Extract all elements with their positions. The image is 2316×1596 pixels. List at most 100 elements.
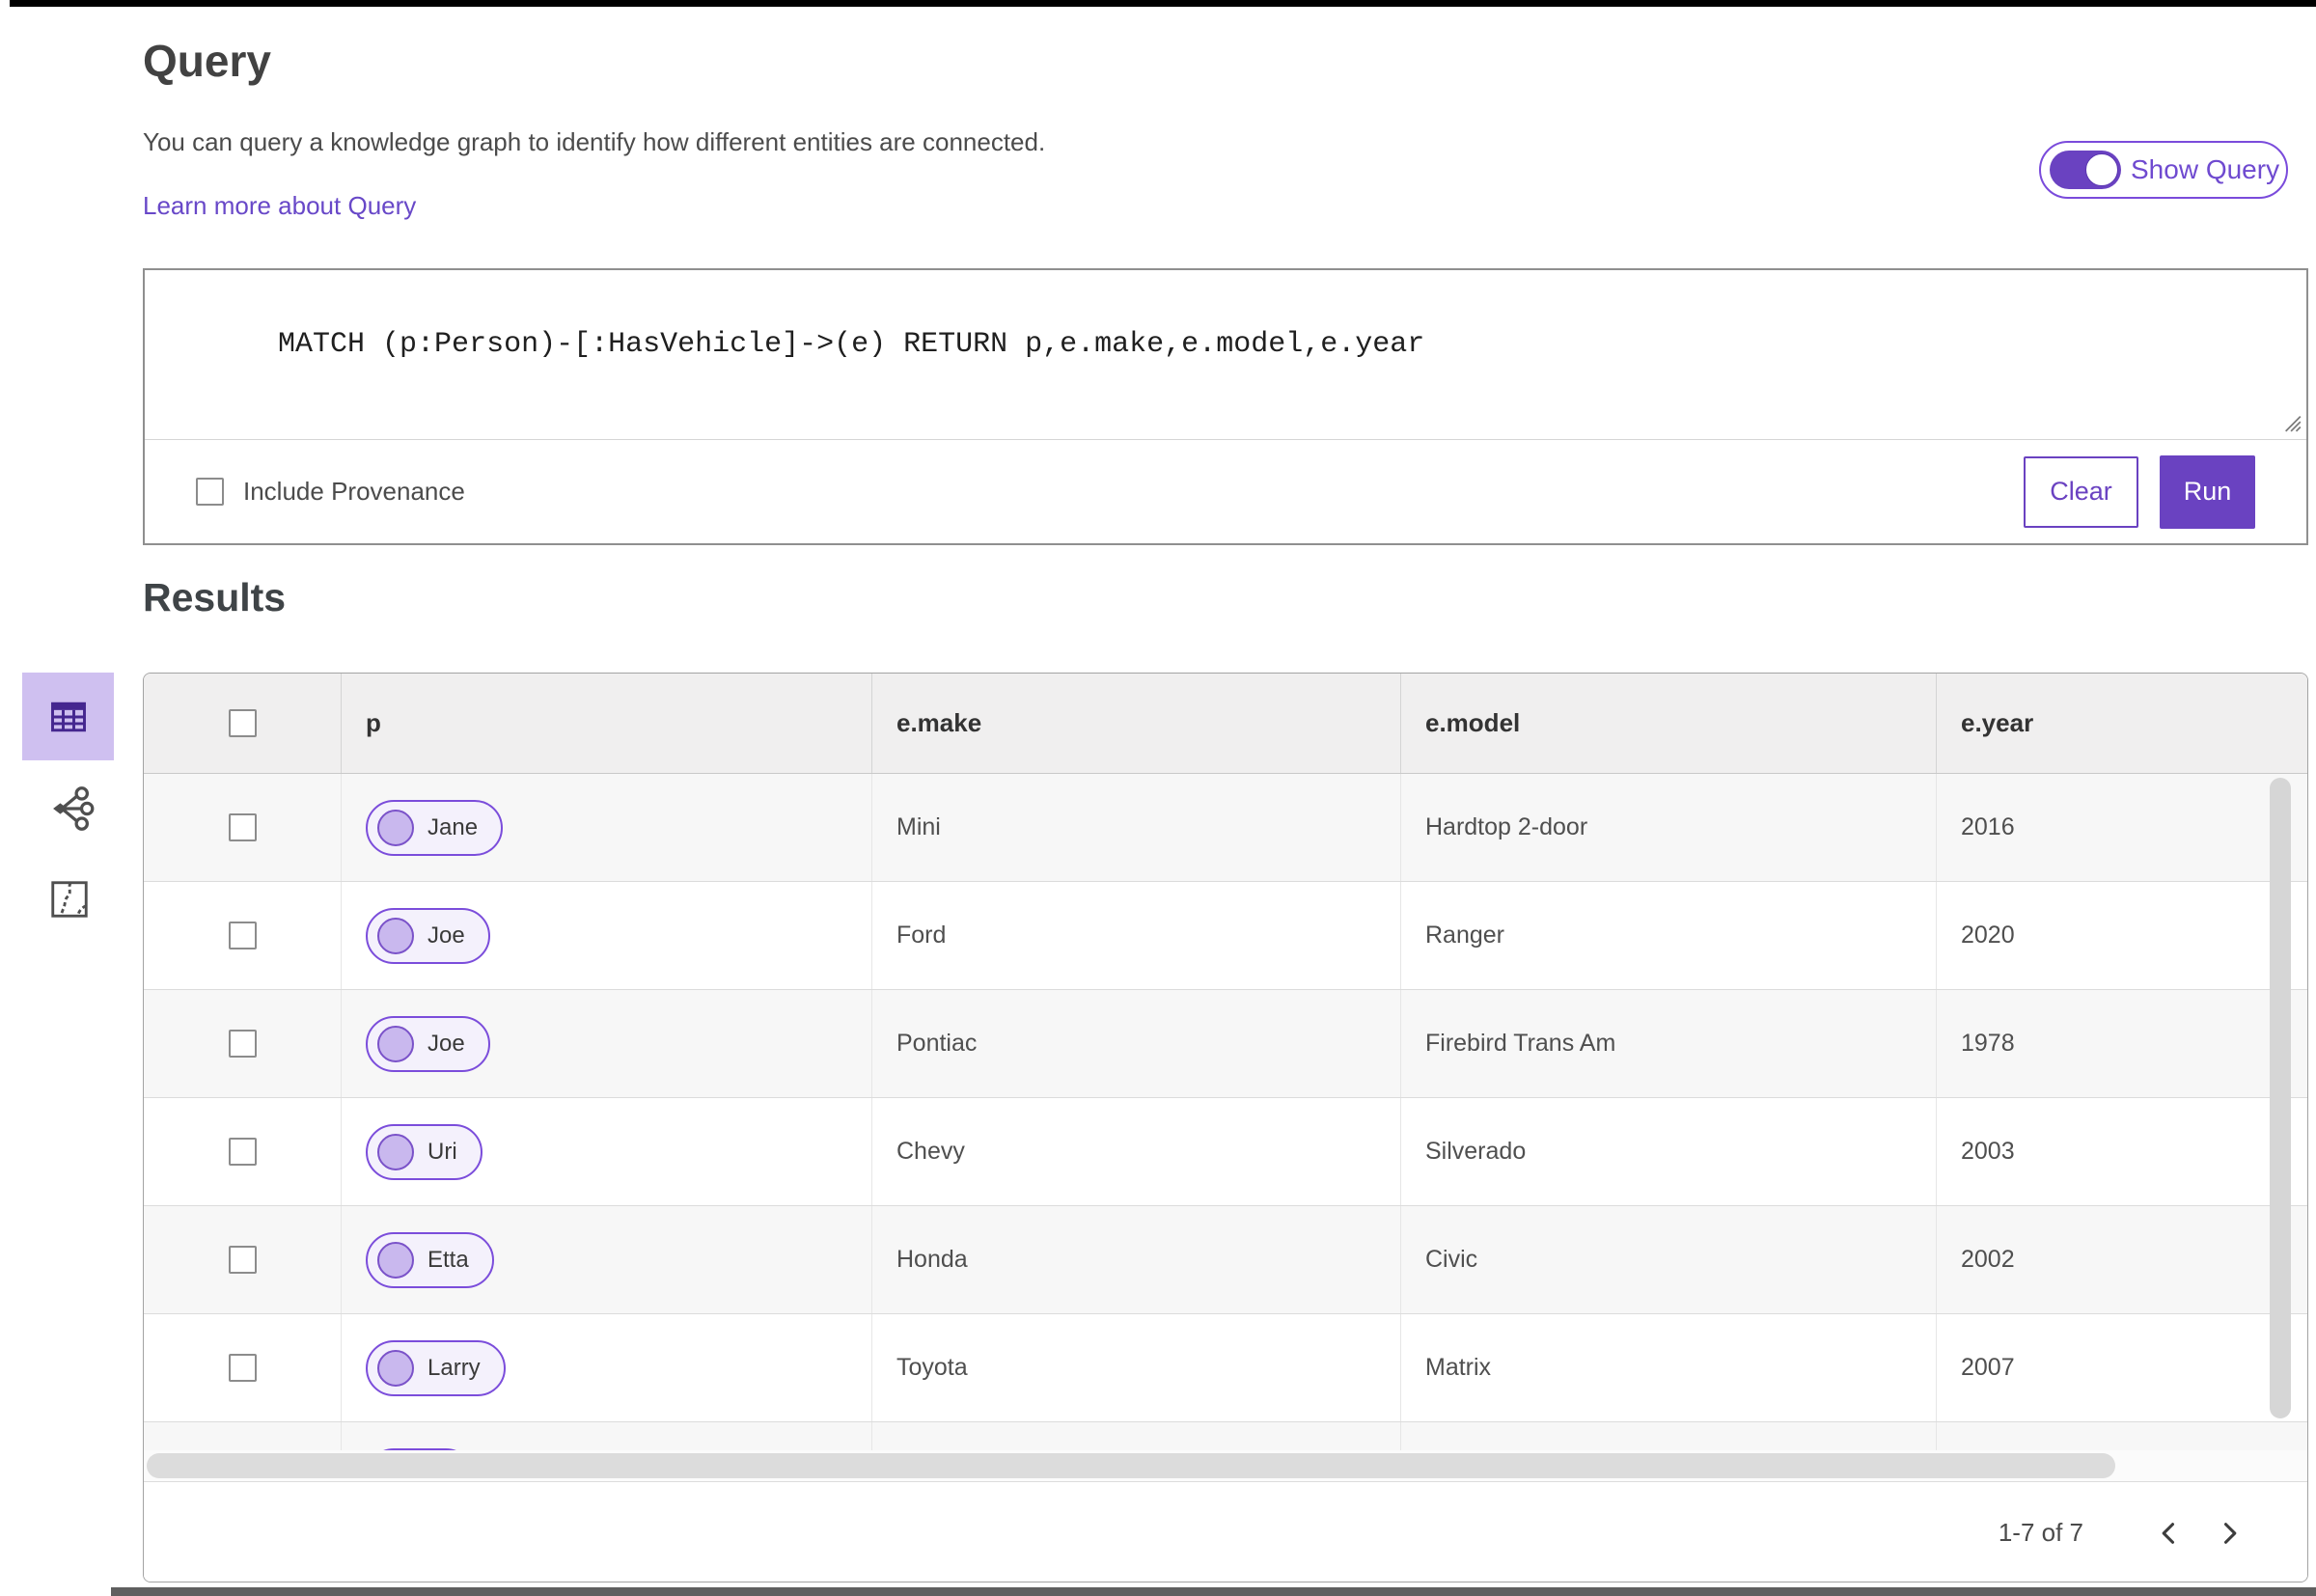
table-row: Larry Toyota Matrix 2007 (144, 1314, 2307, 1422)
table-view-button[interactable] (22, 673, 114, 760)
row-checkbox[interactable] (228, 1030, 257, 1058)
cell-p: Joe (342, 882, 872, 989)
link-chart-view-button[interactable] (47, 784, 97, 834)
cell-e-year: 1978 (1961, 1030, 2015, 1057)
table-row: Joe Ford Ranger 2020 (144, 882, 2307, 990)
vertical-scrollbar[interactable] (2270, 778, 2291, 1418)
entity-badge[interactable]: Larry (366, 1339, 506, 1396)
table-row (144, 1422, 2307, 1450)
entity-badge[interactable]: Etta (366, 1231, 494, 1288)
cell-e-model: Firebird Trans Am (1401, 990, 1937, 1097)
entity-label: Joe (427, 1030, 465, 1057)
query-editor-card: MATCH (p:Person)-[:HasVehicle]->(e) RETU… (143, 268, 2308, 545)
show-query-toggle[interactable]: Show Query (2039, 141, 2288, 199)
resize-grip-icon[interactable] (2277, 408, 2302, 433)
map-view-button[interactable] (46, 876, 93, 922)
row-checkbox[interactable] (228, 1138, 257, 1166)
cell-e-year: 2016 (1961, 813, 2015, 840)
table-view-icon (50, 702, 86, 731)
include-provenance-label: Include Provenance (243, 477, 465, 506)
query-text: MATCH (p:Person)-[:HasVehicle]->(e) RETU… (278, 328, 1425, 361)
horizontal-scrollbar-track (144, 1450, 2307, 1481)
row-checkbox[interactable] (228, 922, 257, 949)
row-checkbox[interactable] (228, 813, 257, 841)
chevron-right-icon (2223, 1522, 2237, 1544)
table-body: Jane Mini Hardtop 2-door 2016 Joe Ford R… (144, 774, 2307, 1450)
column-header-e-year[interactable]: e.year (1937, 674, 2307, 773)
cell-e-make (872, 1422, 1401, 1450)
cell-e-model: Matrix (1401, 1314, 1937, 1421)
cell-e-model: Silverado (1401, 1098, 1937, 1205)
column-header-p[interactable]: p (342, 674, 872, 773)
entity-icon (377, 1241, 414, 1279)
entity-badge[interactable]: Jane (366, 799, 504, 856)
row-checkbox-cell (144, 1422, 342, 1450)
cell-e-make: Honda (872, 1206, 1401, 1313)
column-header-e-model[interactable]: e.model (1401, 674, 1937, 773)
row-checkbox-cell (144, 990, 342, 1097)
chevron-left-icon (2162, 1522, 2175, 1544)
cell-e-year: 2007 (1961, 1354, 2015, 1381)
next-page-button[interactable] (2199, 1503, 2259, 1563)
table-row: Jane Mini Hardtop 2-door 2016 (144, 774, 2307, 882)
cell-e-model (1401, 1422, 1937, 1450)
entity-badge[interactable]: Uri (366, 1123, 482, 1180)
row-checkbox-cell (144, 882, 342, 989)
row-checkbox-cell (144, 1098, 342, 1205)
table-header-row: p e.make e.model e.year (144, 674, 2307, 774)
entity-label: Uri (427, 1138, 457, 1165)
select-all-checkbox[interactable] (228, 709, 257, 737)
window-top-edge (10, 0, 2316, 7)
entity-label: Larry (427, 1354, 481, 1381)
row-checkbox-cell (144, 1314, 342, 1421)
cell-e-model: Hardtop 2-door (1401, 774, 1937, 881)
cell-e-make: Toyota (872, 1314, 1401, 1421)
entity-icon (377, 1349, 414, 1387)
cell-e-year: 2003 (1961, 1138, 2015, 1165)
toggle-knob (2085, 153, 2118, 186)
entity-icon (377, 917, 414, 954)
row-checkbox[interactable] (228, 1246, 257, 1274)
select-all-cell (144, 674, 342, 773)
table-row: Etta Honda Civic 2002 (144, 1206, 2307, 1314)
cell-e-year: 2002 (1961, 1246, 2015, 1273)
entity-icon (377, 1133, 414, 1170)
entity-label: Etta (427, 1246, 469, 1273)
entity-badge[interactable]: Joe (366, 1015, 490, 1072)
row-checkbox-cell (144, 1206, 342, 1313)
link-chart-view-icon (53, 786, 95, 831)
page-title: Query (143, 36, 271, 86)
cell-p: Etta (342, 1206, 872, 1313)
previous-page-button[interactable] (2139, 1503, 2199, 1563)
learn-more-link[interactable]: Learn more about Query (143, 191, 416, 221)
cell-p: Uri (342, 1098, 872, 1205)
horizontal-scrollbar[interactable] (147, 1453, 2115, 1478)
cell-p: Joe (342, 990, 872, 1097)
column-header-e-make[interactable]: e.make (872, 674, 1401, 773)
entity-icon (377, 1025, 414, 1062)
page-description: You can query a knowledge graph to ident… (143, 127, 1046, 156)
results-table-card: p e.make e.model e.year Jane Mini Hardto… (143, 673, 2308, 1582)
query-input[interactable]: MATCH (p:Person)-[:HasVehicle]->(e) RETU… (145, 270, 2306, 440)
toggle-switch-icon[interactable] (2050, 151, 2121, 189)
table-row: Joe Pontiac Firebird Trans Am 1978 (144, 990, 2307, 1098)
row-checkbox[interactable] (228, 1354, 257, 1382)
checkbox-icon[interactable] (196, 478, 224, 506)
entity-label: Joe (427, 922, 465, 949)
cell-p: Larry (342, 1314, 872, 1421)
cell-e-year (1937, 1422, 2307, 1450)
entity-badge[interactable]: Joe (366, 907, 490, 964)
pagination-range: 1-7 of 7 (1998, 1518, 2083, 1547)
cell-p: Jane (342, 774, 872, 881)
cell-e-year: 2020 (1961, 922, 2015, 949)
window-bottom-edge (111, 1587, 2316, 1596)
cell-e-make: Ford (872, 882, 1401, 989)
results-heading: Results (143, 575, 287, 619)
clear-button[interactable]: Clear (2024, 455, 2138, 528)
cell-e-make: Pontiac (872, 990, 1401, 1097)
cell-e-make: Mini (872, 774, 1401, 881)
entity-icon (377, 809, 414, 846)
table-row: Uri Chevy Silverado 2003 (144, 1098, 2307, 1206)
include-provenance-checkbox[interactable]: Include Provenance (196, 477, 465, 507)
run-button[interactable]: Run (2160, 454, 2255, 529)
